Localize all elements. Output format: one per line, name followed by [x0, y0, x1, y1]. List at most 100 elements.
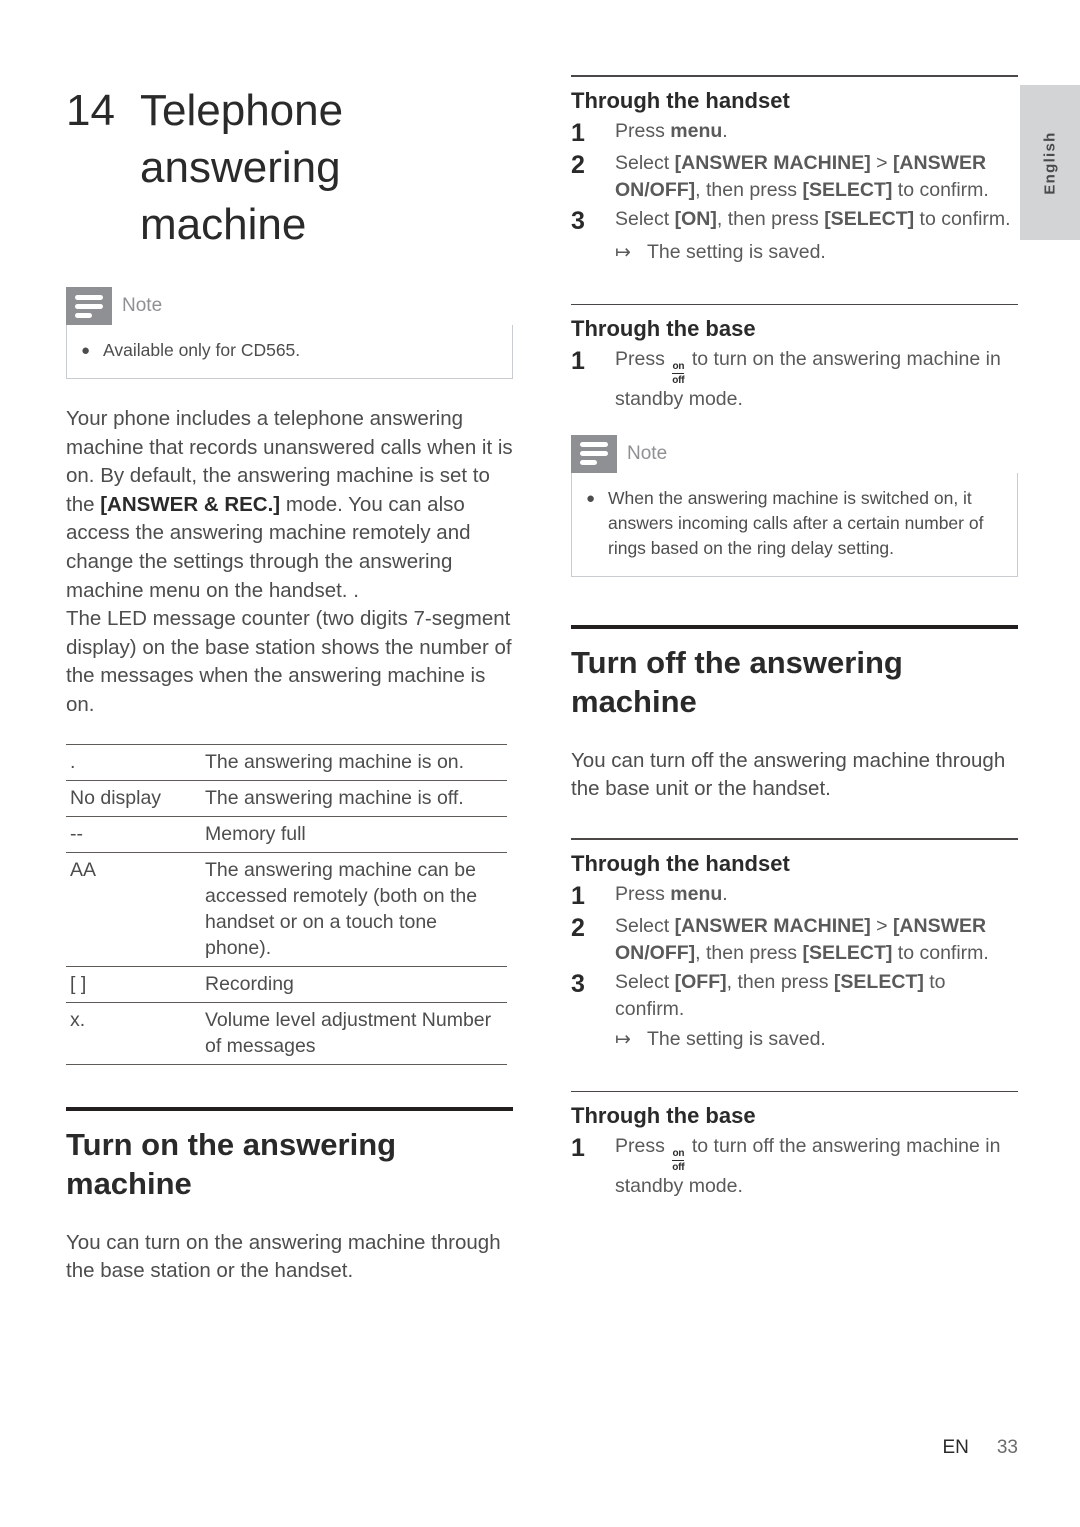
step-text-part: Select: [615, 151, 675, 174]
led-indicator-value: Memory full: [205, 822, 306, 845]
on-off-key-icon-top: on: [672, 1148, 685, 1160]
step-item: 2 Select [ANSWER MACHINE] > [ANSWER ON/O…: [571, 150, 1018, 204]
step-text-part-bold: [ANSWER MACHINE]: [674, 914, 871, 937]
step-number: 1: [571, 118, 585, 147]
step-text: Select [ANSWER MACHINE] > [ANSWER ON/OFF…: [615, 150, 1018, 204]
step-text-part: to confirm.: [892, 941, 989, 964]
step-text-part: .: [722, 119, 728, 142]
intro-paragraph-emphasis: [ANSWER & REC.]: [100, 492, 281, 516]
page-footer: EN 33: [0, 1437, 1018, 1459]
right-column: Through the handset 1 Press menu. 2 Sele…: [571, 0, 1018, 1200]
led-indicator-key: [ ]: [70, 972, 87, 995]
step-number: 1: [571, 347, 585, 376]
turn-off-base-steps: 1 Press on off to turn off the answering …: [571, 1133, 1018, 1200]
step-text-part-bold: [ANSWER MACHINE]: [674, 151, 871, 174]
result-arrow-icon: ↦: [615, 1028, 631, 1050]
step-text-part-bold: menu: [670, 119, 723, 142]
subsection-heading-base: Through the base: [571, 316, 756, 342]
step-text-part: Select: [615, 207, 675, 230]
turn-off-base-block: Through the base 1 Press on off to turn o…: [571, 1090, 1018, 1200]
section-heading-turn-on: Turn on the answering machine: [66, 1126, 397, 1201]
section-heading-turn-off: Turn off the answering machine: [571, 644, 903, 719]
on-off-key-icon: on off: [672, 361, 685, 386]
bullet-icon: ●: [586, 489, 596, 507]
step-item: 2 Select [ANSWER MACHINE] > [ANSWER ON/O…: [571, 913, 1018, 967]
section-divider-rule: [66, 1106, 513, 1111]
chapter-number: 14: [66, 86, 115, 135]
step-text-part: , then press: [716, 207, 825, 230]
result-arrow-icon: ↦: [615, 241, 631, 263]
step-text: Select [ANSWER MACHINE] > [ANSWER ON/OFF…: [615, 913, 1018, 967]
step-text-part: >: [870, 151, 893, 174]
turn-on-base-steps: 1 Press on off to turn on the answering m…: [571, 346, 1018, 413]
step-text-part-bold: [ON]: [674, 207, 717, 230]
subsection-heading-handset: Through the handset: [571, 850, 790, 876]
intro-paragraph: Your phone includes a telephone answerin…: [66, 405, 513, 605]
led-status-table-body: . The answering machine is on. No displa…: [66, 744, 507, 1065]
step-number: 3: [571, 969, 585, 998]
table-row: -- Memory full: [66, 816, 507, 853]
led-indicator-value: Recording: [205, 972, 294, 995]
step-item: 1 Press menu.: [571, 118, 1018, 148]
step-item: 1 Press on off to turn on the answering m…: [571, 346, 1018, 413]
manual-page: English 14 Telephone answering machine N…: [0, 0, 1080, 1527]
note-body: ● Available only for CD565.: [66, 325, 513, 379]
note-box-ring-delay: Note ● When the answering machine is swi…: [571, 434, 1018, 577]
note-item-text: Available only for CD565.: [103, 340, 301, 360]
step-text-part: , then press: [726, 970, 834, 993]
turn-on-handset-block: Through the handset 1 Press menu. 2 Sele…: [571, 75, 1018, 266]
step-number: 1: [571, 881, 585, 910]
table-row: AA The answering machine can be accessed…: [66, 852, 507, 967]
turn-off-handset-steps: 1 Press menu. 2 Select [ANSWER MACHINE] …: [571, 881, 1018, 1023]
section-divider-rule: [571, 624, 1018, 629]
subsection-divider-rule: [571, 1090, 1018, 1093]
subsection-divider-rule: [571, 75, 1018, 77]
led-indicator-key: --: [70, 822, 83, 845]
led-status-table: . The answering machine is on. No displa…: [66, 744, 507, 1065]
step-text: Press on off to turn on the answering mac…: [615, 346, 1018, 413]
step-text-part-bold: menu: [670, 882, 723, 905]
turn-on-base-block: Through the base 1 Press on off to turn o…: [571, 303, 1018, 413]
step-text: Select [OFF], then press [SELECT] to con…: [615, 969, 1018, 1023]
table-row: [ ] Recording: [66, 966, 507, 1003]
left-column: 14 Telephone answering machine Note ● Av…: [66, 0, 513, 1286]
step-text-part: to confirm.: [914, 207, 1011, 230]
step-item: 1 Press on off to turn off the answering …: [571, 1133, 1018, 1200]
note-header: Note: [66, 287, 513, 325]
result-text: The setting is saved.: [647, 1027, 826, 1050]
footer-page-number: 33: [996, 1437, 1018, 1458]
step-number: 2: [571, 913, 585, 942]
turn-off-intro-paragraph: You can turn off the answering machine t…: [571, 748, 1006, 801]
step-text-part: Press: [615, 119, 671, 142]
note-header: Note: [571, 434, 1018, 473]
turn-off-handset-block: Through the handset 1 Press menu. 2 Sele…: [571, 837, 1018, 1053]
on-off-key-icon-top: on: [672, 361, 685, 373]
table-row: . The answering machine is on.: [66, 744, 507, 781]
note-box-availability: Note ● Available only for CD565.: [66, 287, 513, 379]
step-text-part-bold: [SELECT]: [802, 178, 893, 201]
step-item: 1 Press menu.: [571, 881, 1018, 911]
bullet-icon: ●: [81, 342, 91, 359]
table-row: No display The answering machine is off.: [66, 780, 507, 817]
step-text-part: >: [870, 914, 893, 937]
on-off-key-icon-bottom: off: [672, 374, 685, 386]
step-text-part-bold: [SELECT]: [802, 941, 893, 964]
turn-on-handset-steps: 1 Press menu. 2 Select [ANSWER MACHINE] …: [571, 118, 1018, 236]
note-lines-icon: [571, 434, 617, 473]
led-counter-paragraph: The LED message counter (two digits 7-se…: [66, 607, 512, 716]
step-text-part: Press: [615, 882, 671, 905]
subsection-divider-rule: [571, 837, 1018, 840]
step-text-part: to confirm.: [892, 178, 989, 201]
step-text-part: Press: [615, 348, 671, 371]
led-indicator-key: .: [70, 750, 76, 773]
step-text: Press on off to turn off the answering ma…: [615, 1133, 1018, 1200]
chapter-title: Telephone answering machine: [140, 86, 344, 249]
on-off-key-icon: on off: [672, 1148, 685, 1173]
subsection-heading-handset: Through the handset: [571, 87, 790, 113]
step-text: Press menu.: [615, 118, 728, 148]
led-indicator-value: The answering machine is off.: [205, 786, 464, 809]
note-label: Note: [627, 442, 668, 464]
table-row: x. Volume level adjustment Number of mes…: [66, 1002, 507, 1065]
step-number: 2: [571, 150, 585, 179]
step-text: Select [ON], then press [SELECT] to conf…: [615, 206, 1011, 236]
